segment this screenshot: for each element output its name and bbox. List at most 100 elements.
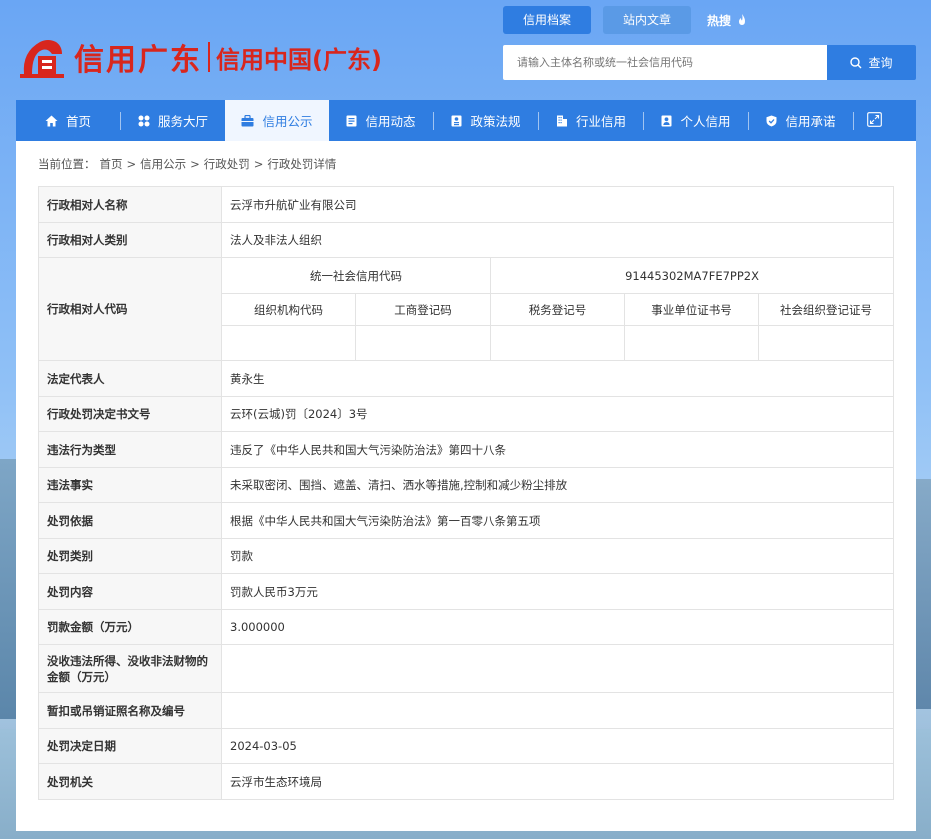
sub-header-org-code: 组织机构代码 [221,293,356,326]
search-icon [850,56,862,68]
table-row: 没收违法所得、没收非法财物的金额（万元） [38,644,895,693]
breadcrumb-separator: > [190,157,200,171]
table-row: 行政相对人代码 统一社会信用代码 91445302MA7FE7PP2X [38,257,895,361]
nav-item-credit-news[interactable]: 信用动态 [329,100,433,141]
field-value: 根据《中华人民共和国大气污染防治法》第一百零八条第五项 [220,502,895,539]
hot-search-label[interactable]: 热搜 [707,12,747,29]
nav-item-label: 行业信用 [575,114,626,129]
field-value: 2024-03-05 [220,728,895,764]
sub-value-tax-reg [490,325,625,361]
field-value: 黄永生 [220,360,895,397]
field-label: 行政处罚决定书文号 [38,396,222,432]
table-row: 罚款金额（万元） 3.000000 [38,609,895,645]
logo-emblem-icon [18,34,66,80]
search-button-label: 查询 [868,56,893,70]
table-row: 处罚依据 根据《中华人民共和国大气污染防治法》第一百零八条第五项 [38,502,895,539]
field-value: 罚款 [220,538,895,574]
nav-item-label: 信用承诺 [785,114,836,129]
field-label: 处罚内容 [38,573,222,610]
logo-subtitle: 信用中国(广东) [216,45,382,74]
sub-header-social-org-reg: 社会组织登记证号 [757,293,895,326]
breadcrumb-separator: > [253,157,264,171]
hot-search-text: 热搜 [707,13,732,28]
sub-value-org-code [221,325,356,361]
table-row: 处罚决定日期 2024-03-05 [38,728,895,764]
table-row: 处罚机关 云浮市生态环境局 [38,763,895,800]
nav-item-credit-disclosure[interactable]: 信用公示 [225,100,329,141]
nav-item-label: 首页 [65,114,91,129]
search-input[interactable] [503,45,827,80]
field-label: 违法行为类型 [38,431,222,468]
field-label: 处罚类别 [38,538,222,574]
field-label: 违法事实 [38,467,222,503]
field-label: 法定代表人 [38,360,222,397]
nav-item-service-hall[interactable]: 服务大厅 [121,100,225,141]
nav-item-policies[interactable]: 政策法规 [434,100,538,141]
breadcrumb-link-admin-penalty[interactable]: 行政处罚 [204,157,250,171]
table-row: 违法事实 未采取密闭、围挡、遮盖、清扫、洒水等措施,控制和减少粉尘排放 [38,467,895,503]
nav-item-industry-credit[interactable]: 行业信用 [539,100,643,141]
breadcrumb-link-credit-disclosure[interactable]: 信用公示 [140,157,186,171]
field-label: 处罚依据 [38,502,222,539]
content-panel: 当前位置： 首页 > 信用公示 > 行政处罚 > 行政处罚详情 行政相对人名称 云浮市升航矿业… [16,141,916,831]
background-building-left [0,459,16,719]
table-row: 法定代表人 黄永生 [38,360,895,397]
field-value: 云环(云城)罚〔2024〕3号 [220,396,895,432]
grid-icon [138,115,150,127]
expand-button[interactable] [854,100,894,141]
breadcrumb-current: 行政处罚详情 [267,157,337,171]
nav-item-credit-commitment[interactable]: 信用承诺 [749,100,853,141]
field-value [220,692,895,729]
uscc-value: 91445302MA7FE7PP2X [489,257,895,294]
table-row: 处罚类别 罚款 [38,538,895,574]
table-row: 处罚内容 罚款人民币3万元 [38,573,895,610]
top-tabs: 信用档案 站内文章 热搜 [503,6,747,34]
field-label: 行政相对人代码 [38,257,222,361]
table-row: 违法行为类型 违反了《中华人民共和国大气污染防治法》第四十八条 [38,431,895,468]
table-row: 行政相对人名称 云浮市升航矿业有限公司 [38,186,895,223]
tab-site-articles[interactable]: 站内文章 [603,6,692,34]
field-label: 处罚决定日期 [38,728,222,764]
home-icon [45,115,58,127]
site-logo[interactable]: 信用广东 信用中国(广东) [18,34,382,80]
nav-item-personal-credit[interactable]: 个人信用 [644,100,748,141]
site-header: 信用广东 信用中国(广东) 信用档案 站内文章 热搜 查询 [0,0,931,100]
nav-item-label: 服务大厅 [157,114,208,129]
table-row: 行政相对人类别 法人及非法人组织 [38,222,895,258]
sub-header-business-reg: 工商登记码 [355,293,491,326]
nav-item-label: 信用动态 [365,114,416,129]
field-label: 行政相对人类别 [38,222,222,258]
flame-icon [739,13,746,25]
breadcrumb-separator: > [126,157,137,171]
field-value [220,644,895,693]
table-row: 行政处罚决定书文号 云环(云城)罚〔2024〕3号 [38,396,895,432]
nav-item-label: 信用公示 [262,114,313,129]
breadcrumb-link-home[interactable]: 首页 [100,157,123,171]
breadcrumb: 当前位置： 首页 > 信用公示 > 行政处罚 > 行政处罚详情 [38,156,340,172]
background-building-right [915,479,931,709]
field-value: 法人及非法人组织 [220,222,895,258]
search-bar: 查询 [503,45,916,80]
table-row: 暂扣或吊销证照名称及编号 [38,692,895,729]
penalty-detail-table: 行政相对人名称 云浮市升航矿业有限公司 行政相对人类别 法人及非法人组织 行政相… [38,186,895,800]
field-value: 违反了《中华人民共和国大气污染防治法》第四十八条 [220,431,895,468]
field-label: 暂扣或吊销证照名称及编号 [38,692,222,729]
main-nav: 首页 服务大厅 信用公示 信用动态 政策法规 行业信用 个人信用 信用承诺 [16,100,916,141]
nav-item-home[interactable]: 首页 [16,100,120,141]
field-value: 罚款人民币3万元 [220,573,895,610]
shield-icon [766,115,777,127]
expand-icon [866,111,882,130]
field-value: 云浮市升航矿业有限公司 [220,186,895,223]
search-button[interactable]: 查询 [827,45,916,80]
field-label: 没收违法所得、没收非法财物的金额（万元） [38,644,222,693]
briefcase-icon [241,114,254,127]
sub-value-business-reg [355,325,491,361]
logo-text: 信用广东 [74,43,202,78]
tab-credit-archive[interactable]: 信用档案 [503,6,592,34]
logo-divider [208,42,210,72]
nav-item-label: 个人信用 [680,114,731,129]
field-label: 罚款金额（万元） [38,609,222,645]
sub-value-social-org-reg [757,325,895,361]
sub-header-tax-reg: 税务登记号 [490,293,625,326]
uscc-label: 统一社会信用代码 [221,257,491,294]
